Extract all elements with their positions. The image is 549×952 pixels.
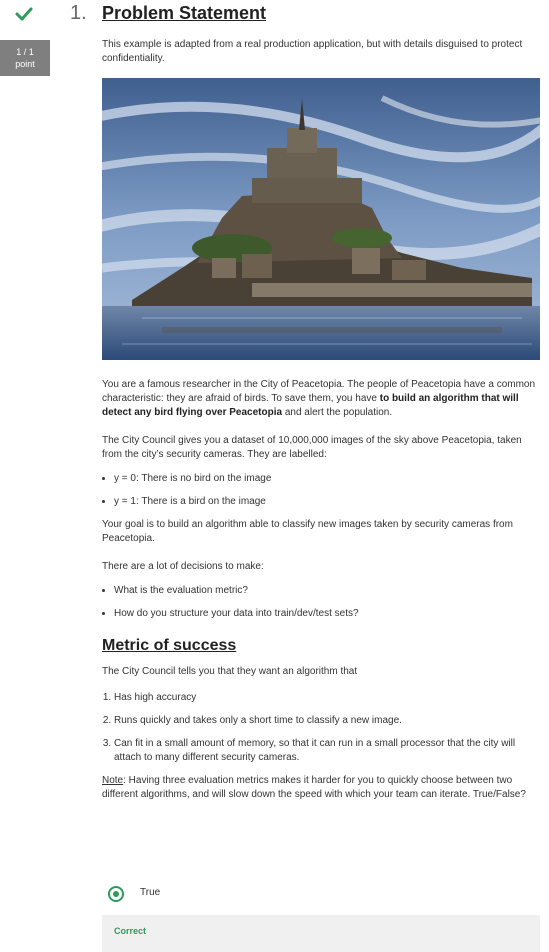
note-text: Note: Having three evaluation metrics ma… [102,775,526,800]
label-list: y = 0: There is no bird on the image y =… [102,472,540,509]
metric-intro: The City Council tells you that they wan… [102,666,358,677]
list-item: Runs quickly and takes only a short time… [114,714,540,728]
feedback-text: Correct [114,926,147,936]
question-title: Problem Statement [102,3,267,23]
metric-title: Metric of success [102,637,237,654]
answer-label: True [140,887,161,898]
paragraph-2: The City Council gives you a dataset of … [102,435,522,460]
list-item: y = 0: There is no bird on the image [114,472,540,486]
list-item: Has high accuracy [114,691,540,705]
question-content: Problem Statement This example is adapte… [102,0,540,802]
island-castle-photo [102,78,540,360]
list-item: y = 1: There is a bird on the image [114,495,540,509]
score-unit: point [15,59,35,69]
list-item: How do you structure your data into trai… [114,607,540,621]
list-item: Can fit in a small amount of memory, so … [114,737,540,765]
paragraph-1: You are a famous researcher in the City … [102,379,536,418]
list-item: What is the evaluation metric? [114,584,540,598]
score-badge: 1 / 1 point [0,40,50,76]
question-number: 1. [70,2,87,24]
paragraph-4: There are a lot of decisions to make: [102,561,264,572]
score-value: 1 / 1 [16,47,34,57]
requirements-list: Has high accuracy Runs quickly and takes… [102,691,540,765]
intro-text: This example is adapted from a real prod… [102,39,523,64]
checkmark-icon [15,7,33,21]
paragraph-3: Your goal is to build an algorithm able … [102,519,513,544]
decision-list: What is the evaluation metric? How do yo… [102,584,540,621]
feedback-box: Correct [102,915,540,952]
radio-selected-icon[interactable] [108,886,124,902]
